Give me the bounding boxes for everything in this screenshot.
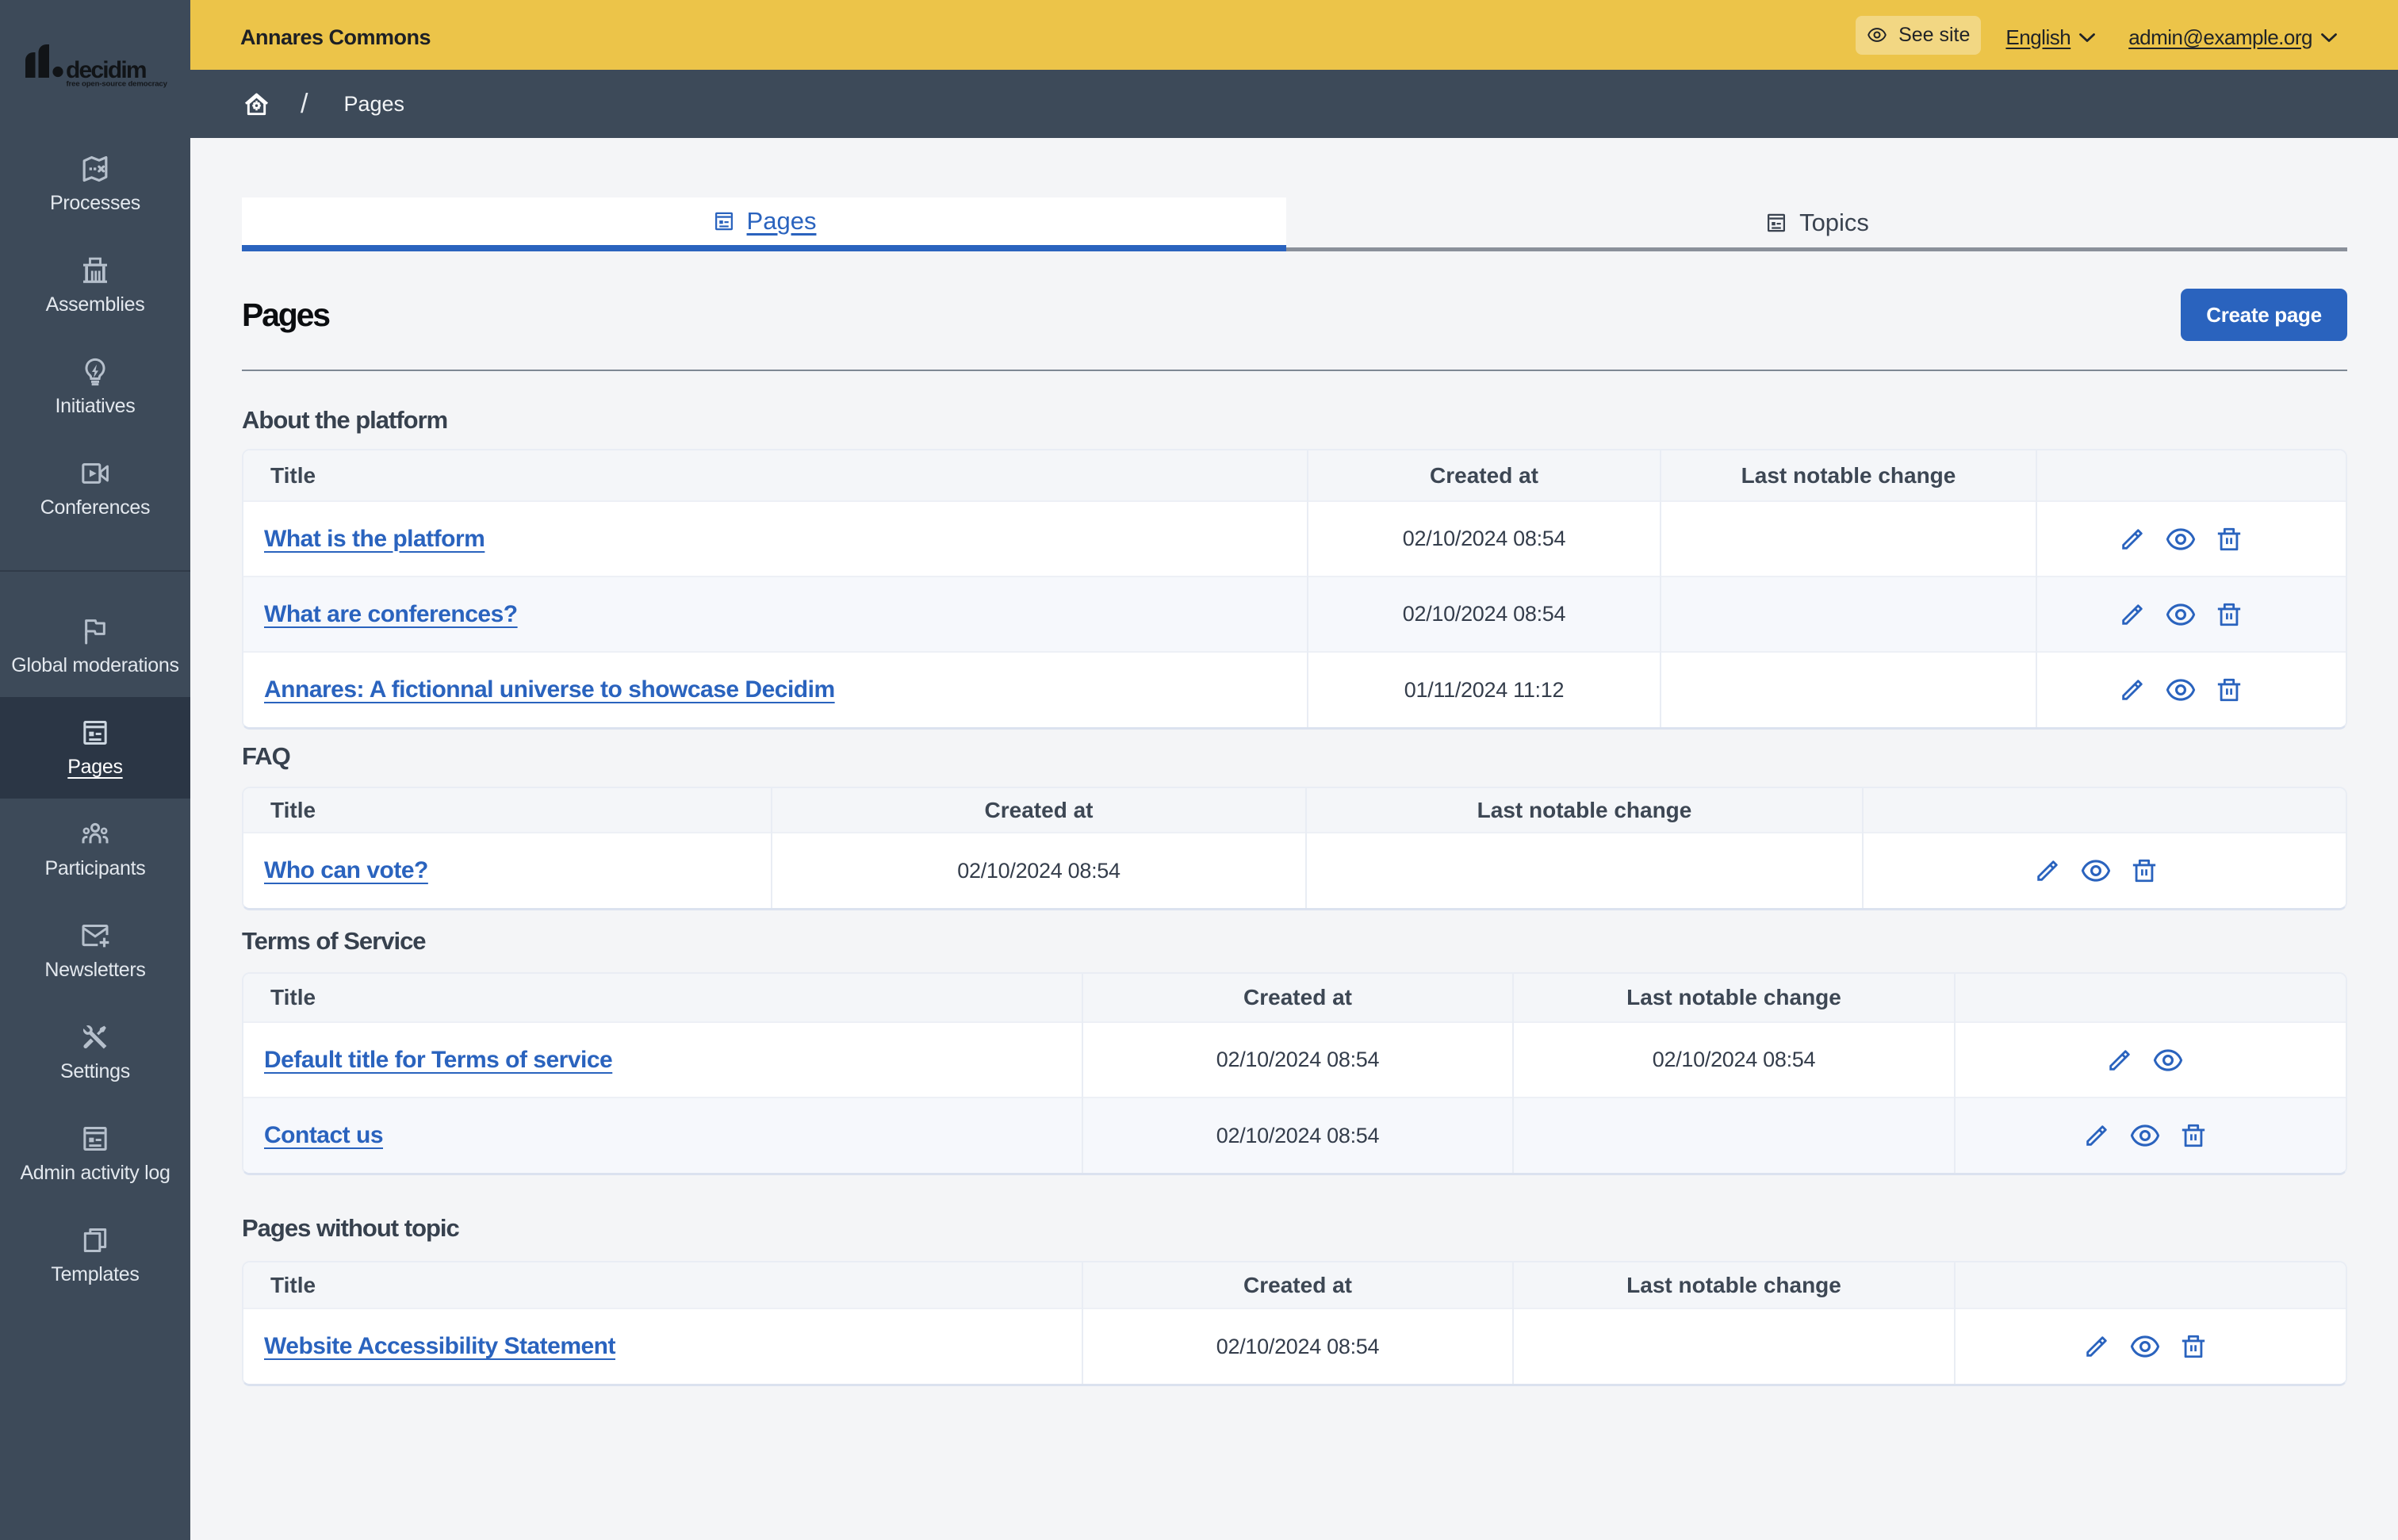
svg-text:free open-source democracy: free open-source democracy: [67, 80, 168, 89]
